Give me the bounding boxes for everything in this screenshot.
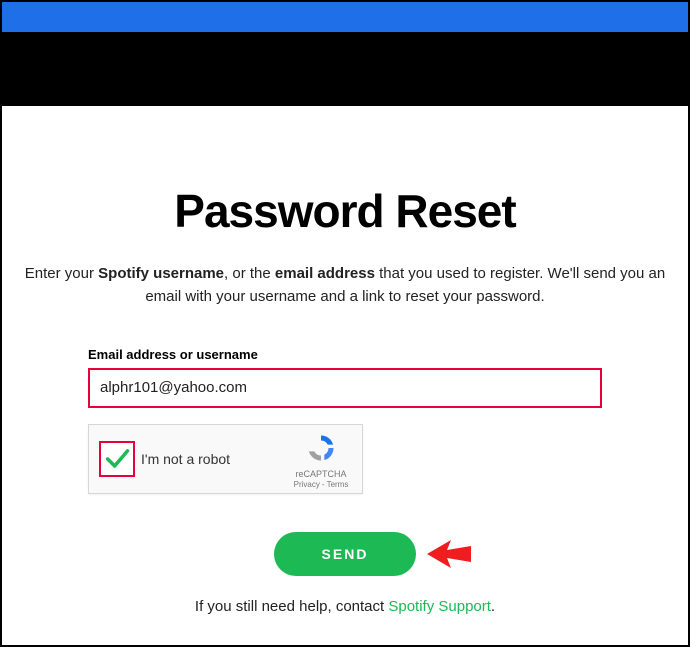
recaptcha-privacy-link[interactable]: Privacy [294, 480, 320, 489]
recaptcha-terms-link[interactable]: Terms [327, 480, 349, 489]
instr-bold-email: email address [275, 265, 375, 282]
recaptcha-privacy-terms: Privacy-Terms [290, 480, 352, 489]
instr-bold-username: Spotify username [98, 265, 224, 282]
recaptcha-logo-block: reCAPTCHA Privacy-Terms [290, 433, 352, 489]
instr-seg-2: , or the [224, 265, 275, 282]
email-username-input-wrap[interactable] [88, 368, 602, 408]
recaptcha-checkbox[interactable] [99, 441, 135, 477]
instr-seg-1: Enter your [25, 265, 98, 282]
site-header [2, 32, 688, 106]
help-period: . [491, 598, 495, 615]
page-content: Password Reset Enter your Spotify userna… [2, 184, 688, 615]
dash: - [322, 480, 325, 489]
recaptcha-widget[interactable]: I'm not a robot reCAPTCHA Privacy-Terms [88, 424, 363, 494]
browser-tab-bar [2, 2, 688, 32]
arrow-annotation-icon [425, 534, 473, 574]
help-text: If you still need help, contact Spotify … [88, 598, 602, 615]
reset-form: Email address or username I'm not a robo… [88, 347, 602, 615]
send-button[interactable]: SEND [274, 532, 417, 576]
button-row: SEND [88, 532, 602, 576]
page-title: Password Reset [7, 184, 683, 238]
email-username-label: Email address or username [88, 347, 602, 362]
help-prefix: If you still need help, contact [195, 598, 388, 615]
checkmark-icon [103, 445, 131, 473]
recaptcha-brand: reCAPTCHA [290, 469, 352, 479]
spotify-support-link[interactable]: Spotify Support [388, 598, 491, 615]
email-username-input[interactable] [100, 379, 590, 396]
recaptcha-text: I'm not a robot [141, 451, 230, 467]
recaptcha-icon [306, 433, 336, 463]
instruction-text: Enter your Spotify username, or the emai… [7, 262, 683, 309]
